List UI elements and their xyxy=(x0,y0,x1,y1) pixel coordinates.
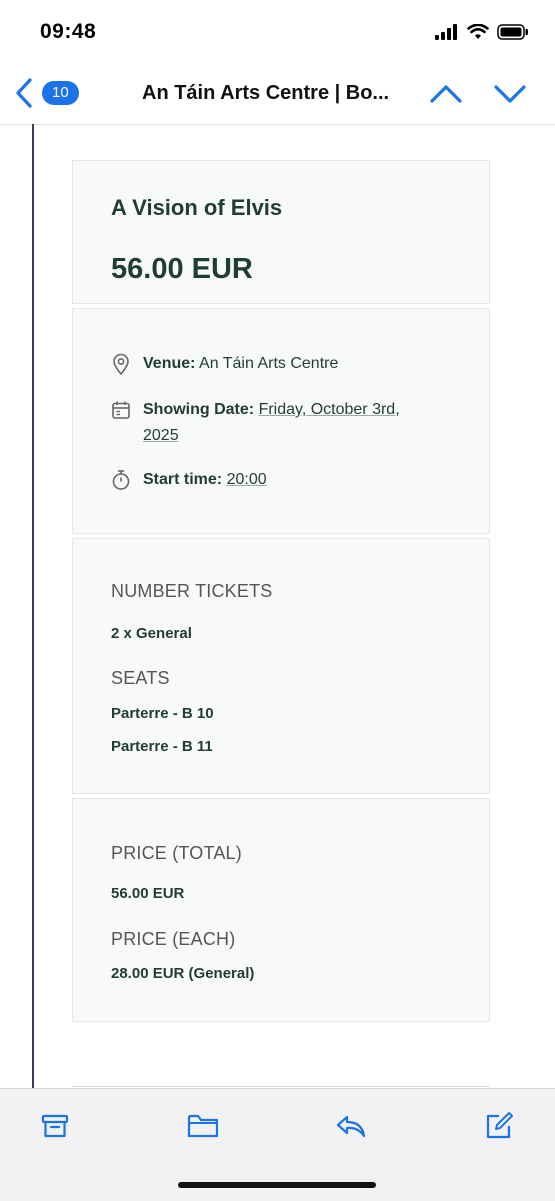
venue-value: An Táin Arts Centre xyxy=(199,355,339,372)
status-bar: 09:48 xyxy=(0,0,555,62)
seat-item: Parterre - B 11 xyxy=(111,738,213,755)
event-details-card: Venue: An Táin Arts Centre Showing Date:… xyxy=(72,308,490,534)
venue-label: Venue: xyxy=(143,355,196,372)
price-total-heading: PRICE (TOTAL) xyxy=(111,843,242,863)
move-to-folder-button[interactable] xyxy=(186,1109,220,1143)
ticket-count: 2 x General xyxy=(111,625,192,642)
unread-count-badge: 10 xyxy=(42,81,79,105)
venue-row: Venue: An Táin Arts Centre xyxy=(111,351,338,377)
stopwatch-icon xyxy=(111,467,131,493)
home-indicator xyxy=(178,1182,376,1188)
start-time-row: Start time: 20:00 xyxy=(111,467,267,493)
number-tickets-heading: NUMBER TICKETS xyxy=(111,581,273,601)
showing-date-row: Showing Date: Friday, October 3rd, 2025 xyxy=(111,397,441,449)
quote-line xyxy=(32,124,34,1088)
folder-icon xyxy=(187,1114,219,1138)
battery-icon xyxy=(497,24,528,40)
event-name: A Vision of Elvis xyxy=(111,195,283,220)
reply-icon xyxy=(336,1115,366,1138)
location-pin-icon xyxy=(111,351,131,377)
event-card: A Vision of Elvis 56.00 EUR xyxy=(72,160,490,304)
signal-icon xyxy=(435,24,457,40)
wifi-icon xyxy=(467,24,489,39)
next-email-button[interactable] xyxy=(492,80,528,106)
seats-heading: SEATS xyxy=(111,668,170,688)
previous-email-button[interactable] xyxy=(428,80,464,106)
archive-button[interactable] xyxy=(38,1109,72,1143)
price-each-value: 28.00 EUR (General) xyxy=(111,965,255,982)
card-divider xyxy=(72,1086,490,1087)
pricing-card: PRICE (TOTAL) 56.00 EUR PRICE (EACH) 28.… xyxy=(72,798,490,1022)
start-time-link[interactable]: 20:00 xyxy=(227,471,267,488)
email-subject-title: An Táin Arts Centre | Bo... xyxy=(142,82,390,104)
archive-icon xyxy=(41,1114,69,1138)
price-total-value: 56.00 EUR xyxy=(111,885,185,902)
status-icons xyxy=(435,24,529,40)
reply-button[interactable] xyxy=(334,1109,368,1143)
back-button[interactable]: 10 xyxy=(14,76,79,110)
compose-icon xyxy=(486,1112,513,1139)
seat-item: Parterre - B 10 xyxy=(111,705,214,722)
tickets-card: NUMBER TICKETS 2 x General SEATS Parterr… xyxy=(72,538,490,794)
start-time-label: Start time: xyxy=(143,471,223,488)
chevron-left-icon xyxy=(16,78,32,108)
showing-date-label: Showing Date: xyxy=(143,401,255,418)
compose-button[interactable] xyxy=(482,1109,516,1143)
status-time: 09:48 xyxy=(40,20,97,43)
price-each-heading: PRICE (EACH) xyxy=(111,929,236,949)
event-price: 56.00 EUR xyxy=(111,253,253,285)
calendar-icon xyxy=(111,397,131,423)
nav-bar: 10 An Táin Arts Centre | Bo... xyxy=(0,62,555,125)
